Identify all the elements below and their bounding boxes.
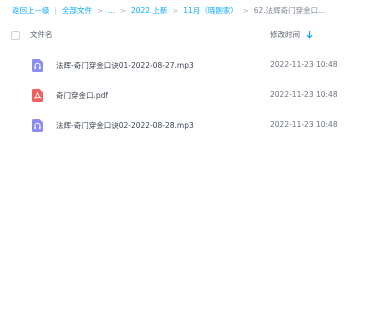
file-row[interactable]: 法辉-奇门穿金口诀01-2022-08-27.mp3 2022-11-23 10…	[0, 53, 362, 79]
column-header-time[interactable]: 修改时间	[270, 29, 313, 40]
breadcrumb: 返回上一级 | 全部文件 > ... > 2022 上新 > 11月（晓刚家） …	[12, 4, 325, 18]
chevron-right-icon: >	[120, 7, 126, 15]
breadcrumb-all-files-link[interactable]: 全部文件	[62, 4, 92, 18]
column-header-time-label: 修改时间	[270, 30, 300, 39]
audio-file-icon	[32, 59, 43, 72]
breadcrumb-divider: |	[54, 6, 58, 15]
file-name[interactable]: 法辉-奇门穿金口诀02-2022-08-28.mp3	[56, 120, 194, 131]
file-row[interactable]: 法辉-奇门穿金口诀02-2022-08-28.mp3 2022-11-23 10…	[0, 113, 362, 139]
breadcrumb-ellipsis-link[interactable]: ...	[108, 4, 115, 18]
breadcrumb-current: 62.法辉奇门穿金口...	[253, 6, 326, 15]
chevron-right-icon: >	[242, 7, 249, 15]
file-modified-time: 2022-11-23 10:48	[270, 90, 338, 99]
file-row[interactable]: 奇门穿金口.pdf 2022-11-23 10:48	[0, 83, 362, 109]
chevron-right-icon: >	[97, 7, 103, 15]
breadcrumb-level1-link[interactable]: 2022 上新	[131, 4, 167, 18]
sort-descending-icon[interactable]	[306, 30, 313, 39]
file-browser-page: 返回上一级 | 全部文件 > ... > 2022 上新 > 11月（晓刚家） …	[0, 0, 373, 310]
chevron-right-icon: >	[172, 7, 179, 15]
breadcrumb-back-link[interactable]: 返回上一级	[12, 4, 50, 18]
file-modified-time: 2022-11-23 10:48	[270, 60, 338, 69]
breadcrumb-level2-link[interactable]: 11月（晓刚家）	[183, 4, 238, 18]
file-modified-time: 2022-11-23 10:48	[270, 120, 338, 129]
file-name[interactable]: 法辉-奇门穿金口诀01-2022-08-27.mp3	[56, 60, 194, 71]
column-header-name: 文件名	[30, 30, 53, 39]
file-list-header: 文件名 修改时间	[0, 27, 360, 45]
pdf-file-icon	[32, 89, 43, 102]
file-name[interactable]: 奇门穿金口.pdf	[56, 90, 108, 101]
audio-file-icon	[32, 119, 43, 132]
select-all-checkbox[interactable]	[11, 31, 20, 40]
